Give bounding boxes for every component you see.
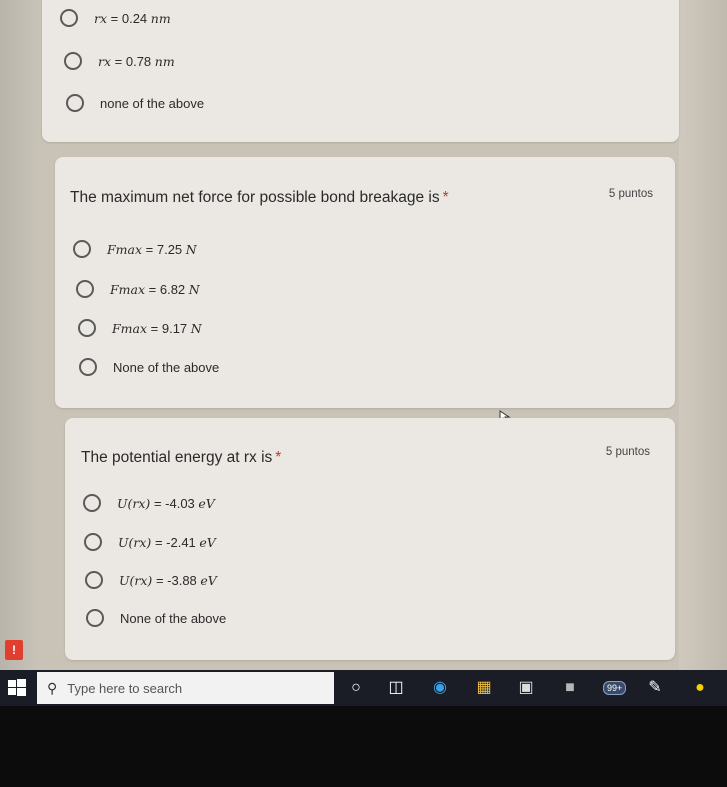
store-icon[interactable]: ▣	[516, 678, 536, 698]
option-label: None of the above	[120, 610, 227, 626]
question-card-potential-energy: The potential energy at rx is * 5 puntos …	[65, 418, 675, 660]
monitor-bezel-left	[0, 0, 38, 670]
option-label: rx = 0.24 nm	[94, 10, 171, 26]
option-label: Fmax = 7.25 N	[107, 241, 197, 257]
question-card-max-force: The maximum net force for possible bond …	[55, 157, 675, 408]
points-label: 5 puntos	[608, 188, 653, 200]
file-explorer-icon[interactable]: ▦	[474, 678, 494, 698]
app-icon[interactable]: ■	[560, 678, 580, 698]
points-label: 5 puntos	[605, 446, 650, 458]
option-label: U(rx) = -2.41 eV	[118, 534, 216, 550]
question-title: The maximum net force for possible bond …	[70, 189, 449, 206]
search-placeholder: Type here to search	[67, 680, 183, 696]
option-rx-024[interactable]: rx = 0.24 nm	[60, 9, 171, 27]
monitor-bezel-right	[679, 0, 727, 670]
option-fmax-682[interactable]: Fmax = 6.82 N	[76, 280, 200, 298]
question-title: The potential energy at rx is *	[81, 449, 282, 466]
radio-button[interactable]	[84, 533, 102, 551]
option-label: None of the above	[113, 359, 220, 375]
task-view-icon[interactable]: ◫	[386, 678, 406, 698]
option-u-403[interactable]: U(rx) = -4.03 eV	[83, 494, 215, 512]
radio-button[interactable]	[79, 358, 97, 376]
taskbar: ⚲ Type here to search ○ ◫ ◉ ▦ ▣ ■ 99+ ✎ …	[0, 670, 727, 706]
radio-button[interactable]	[73, 240, 91, 258]
radio-button[interactable]	[66, 94, 84, 112]
notes-icon[interactable]: ✎	[645, 678, 665, 698]
radio-button[interactable]	[76, 280, 94, 298]
required-asterisk: *	[275, 449, 282, 466]
radio-button[interactable]	[78, 319, 96, 337]
option-label: none of the above	[100, 95, 205, 111]
option-label: Fmax = 9.17 N	[112, 320, 202, 336]
windows-start-icon[interactable]	[8, 679, 26, 697]
taskbar-search-input[interactable]: ⚲ Type here to search	[37, 672, 334, 704]
option-u-241[interactable]: U(rx) = -2.41 eV	[84, 533, 216, 551]
radio-button[interactable]	[60, 9, 78, 27]
radio-button[interactable]	[86, 609, 104, 627]
radio-button[interactable]	[64, 52, 82, 70]
option-none-of-the-above[interactable]: None of the above	[86, 609, 226, 627]
mail-badge[interactable]: 99+	[603, 681, 627, 695]
cortana-icon[interactable]: ○	[346, 678, 366, 698]
option-label: U(rx) = -4.03 eV	[117, 495, 215, 511]
option-none-of-the-above[interactable]: none of the above	[66, 94, 204, 112]
radio-button[interactable]	[83, 494, 101, 512]
option-label: U(rx) = -3.88 eV	[119, 572, 217, 588]
option-rx-078[interactable]: rx = 0.78 nm	[64, 52, 175, 70]
radio-button[interactable]	[85, 571, 103, 589]
option-label: rx = 0.78 nm	[98, 53, 175, 69]
option-none-of-the-above[interactable]: None of the above	[79, 358, 219, 376]
edge-browser-icon[interactable]: ◉	[430, 678, 450, 698]
search-icon: ⚲	[47, 679, 58, 696]
option-fmax-917[interactable]: Fmax = 9.17 N	[78, 319, 202, 337]
chrome-icon[interactable]: ●	[690, 678, 710, 698]
question-card-rx: rx = 0.24 nm rx = 0.78 nm none of the ab…	[42, 0, 679, 142]
option-label: Fmax = 6.82 N	[110, 281, 200, 297]
alert-icon[interactable]: !	[5, 640, 23, 660]
monitor-bezel-bottom	[0, 706, 727, 787]
required-asterisk: *	[442, 189, 449, 206]
option-fmax-725[interactable]: Fmax = 7.25 N	[73, 240, 197, 258]
option-u-388[interactable]: U(rx) = -3.88 eV	[85, 571, 217, 589]
